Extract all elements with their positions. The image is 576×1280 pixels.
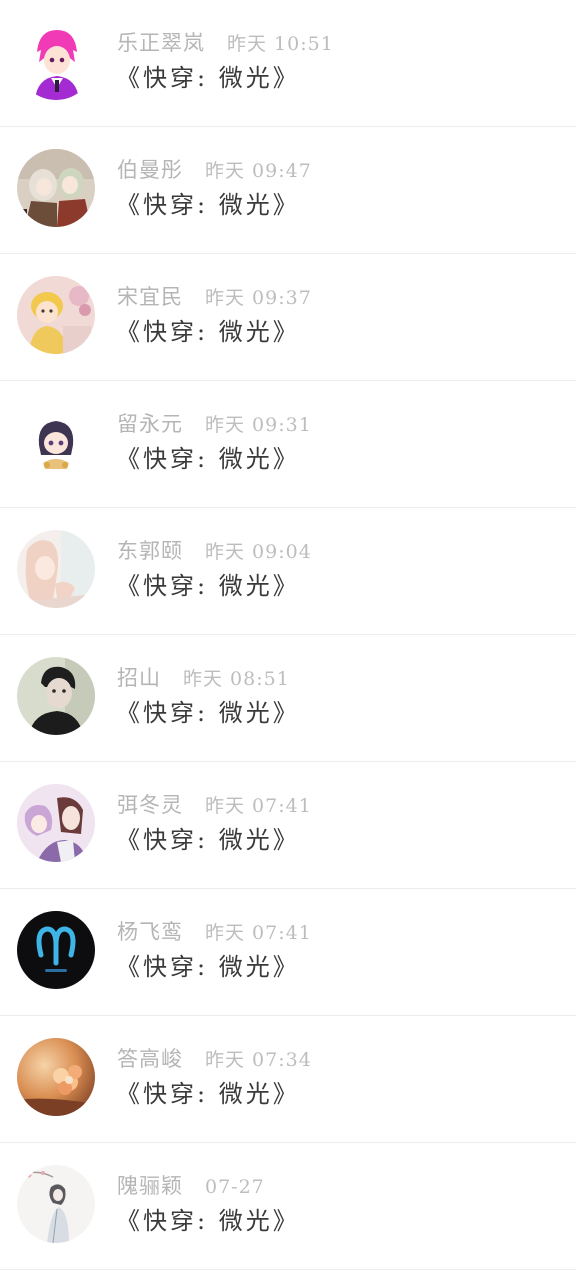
message-title: 《快穿: 微光》 [116, 953, 300, 981]
list-item[interactable]: 弭冬灵 昨天 07:41 《快穿: 微光》 [0, 762, 576, 889]
timestamp: 昨天 09:47 [205, 160, 312, 182]
anime-girls-avatar-icon [17, 149, 95, 227]
ink-painting-girl-avatar-icon [17, 1165, 95, 1243]
message-title: 《快穿: 微光》 [116, 445, 300, 473]
list-item[interactable]: 留永元 昨天 09:31 《快穿: 微光》 [0, 381, 576, 508]
message-title: 《快穿: 微光》 [116, 572, 300, 600]
flower-sunset-avatar-icon [17, 1038, 95, 1116]
message-meta: 杨飞鸾 昨天 07:41 [117, 916, 312, 946]
message-meta: 伯曼彤 昨天 09:47 [117, 154, 312, 184]
avatar[interactable] [17, 1165, 95, 1243]
message-title: 《快穿: 微光》 [116, 191, 300, 219]
sender-name: 杨飞鸾 [117, 920, 183, 944]
sender-name: 伯曼彤 [117, 158, 183, 182]
chibi-girl-avatar-icon [17, 403, 95, 481]
divider [0, 1269, 576, 1270]
message-meta: 答高峻 昨天 07:34 [117, 1043, 312, 1073]
list-item[interactable]: 杨飞鸾 昨天 07:41 《快穿: 微光》 [0, 889, 576, 1016]
message-meta: 隗骊颖 07-27 [117, 1170, 265, 1200]
list-item[interactable]: 隗骊颖 07-27 《快穿: 微光》 [0, 1143, 576, 1270]
pastel-girl-avatar-icon [17, 530, 95, 608]
message-title: 《快穿: 微光》 [116, 699, 300, 727]
message-title: 《快穿: 微光》 [116, 318, 300, 346]
man-portrait-avatar-icon [17, 657, 95, 735]
timestamp: 昨天 07:41 [205, 795, 312, 817]
timestamp: 昨天 08:51 [183, 668, 290, 690]
timestamp: 昨天 10:51 [227, 33, 334, 55]
message-meta: 招山 昨天 08:51 [117, 662, 290, 692]
sender-name: 留永元 [117, 412, 183, 436]
list-item[interactable]: 乐正翠岚 昨天 10:51 《快穿: 微光》 [0, 0, 576, 127]
avatar[interactable] [17, 1038, 95, 1116]
baby-doll-avatar-icon [17, 276, 95, 354]
avatar[interactable] [17, 911, 95, 989]
sender-name: 答高峻 [117, 1047, 183, 1071]
avatar[interactable] [17, 149, 95, 227]
message-meta: 乐正翠岚 昨天 10:51 [117, 27, 334, 57]
timestamp: 07-27 [205, 1176, 265, 1198]
anime-couple-avatar-icon [17, 784, 95, 862]
message-meta: 宋宜民 昨天 09:37 [117, 281, 312, 311]
pink-haired-anime-boy-avatar-icon [17, 22, 95, 100]
avatar[interactable] [17, 784, 95, 862]
list-item[interactable]: 东郭颐 昨天 09:04 《快穿: 微光》 [0, 508, 576, 635]
timestamp: 昨天 07:41 [205, 922, 312, 944]
message-title: 《快穿: 微光》 [116, 64, 300, 92]
timestamp: 昨天 07:34 [205, 1049, 312, 1071]
avatar[interactable] [17, 657, 95, 735]
message-meta: 弭冬灵 昨天 07:41 [117, 789, 312, 819]
sender-name: 隗骊颖 [117, 1174, 183, 1198]
message-title: 《快穿: 微光》 [116, 826, 300, 854]
list-item[interactable]: 伯曼彤 昨天 09:47 《快穿: 微光》 [0, 127, 576, 254]
message-meta: 东郭颐 昨天 09:04 [117, 535, 312, 565]
sender-name: 招山 [117, 666, 161, 690]
message-title: 《快穿: 微光》 [116, 1207, 300, 1235]
message-title: 《快穿: 微光》 [116, 1080, 300, 1108]
sender-name: 乐正翠岚 [117, 31, 205, 55]
avatar[interactable] [17, 22, 95, 100]
timestamp: 昨天 09:04 [205, 541, 312, 563]
list-item[interactable]: 答高峻 昨天 07:34 《快穿: 微光》 [0, 1016, 576, 1143]
sender-name: 弭冬灵 [117, 793, 183, 817]
aries-zodiac-avatar-icon [17, 911, 95, 989]
list-item[interactable]: 宋宜民 昨天 09:37 《快穿: 微光》 [0, 254, 576, 381]
list-item[interactable]: 招山 昨天 08:51 《快穿: 微光》 [0, 635, 576, 762]
avatar[interactable] [17, 403, 95, 481]
timestamp: 昨天 09:37 [205, 287, 312, 309]
avatar[interactable] [17, 530, 95, 608]
message-meta: 留永元 昨天 09:31 [117, 408, 312, 438]
avatar[interactable] [17, 276, 95, 354]
sender-name: 宋宜民 [117, 285, 183, 309]
message-list: 乐正翠岚 昨天 10:51 《快穿: 微光》 伯曼彤 昨天 09:47 《快穿:… [0, 0, 576, 1280]
sender-name: 东郭颐 [117, 539, 183, 563]
timestamp: 昨天 09:31 [205, 414, 312, 436]
